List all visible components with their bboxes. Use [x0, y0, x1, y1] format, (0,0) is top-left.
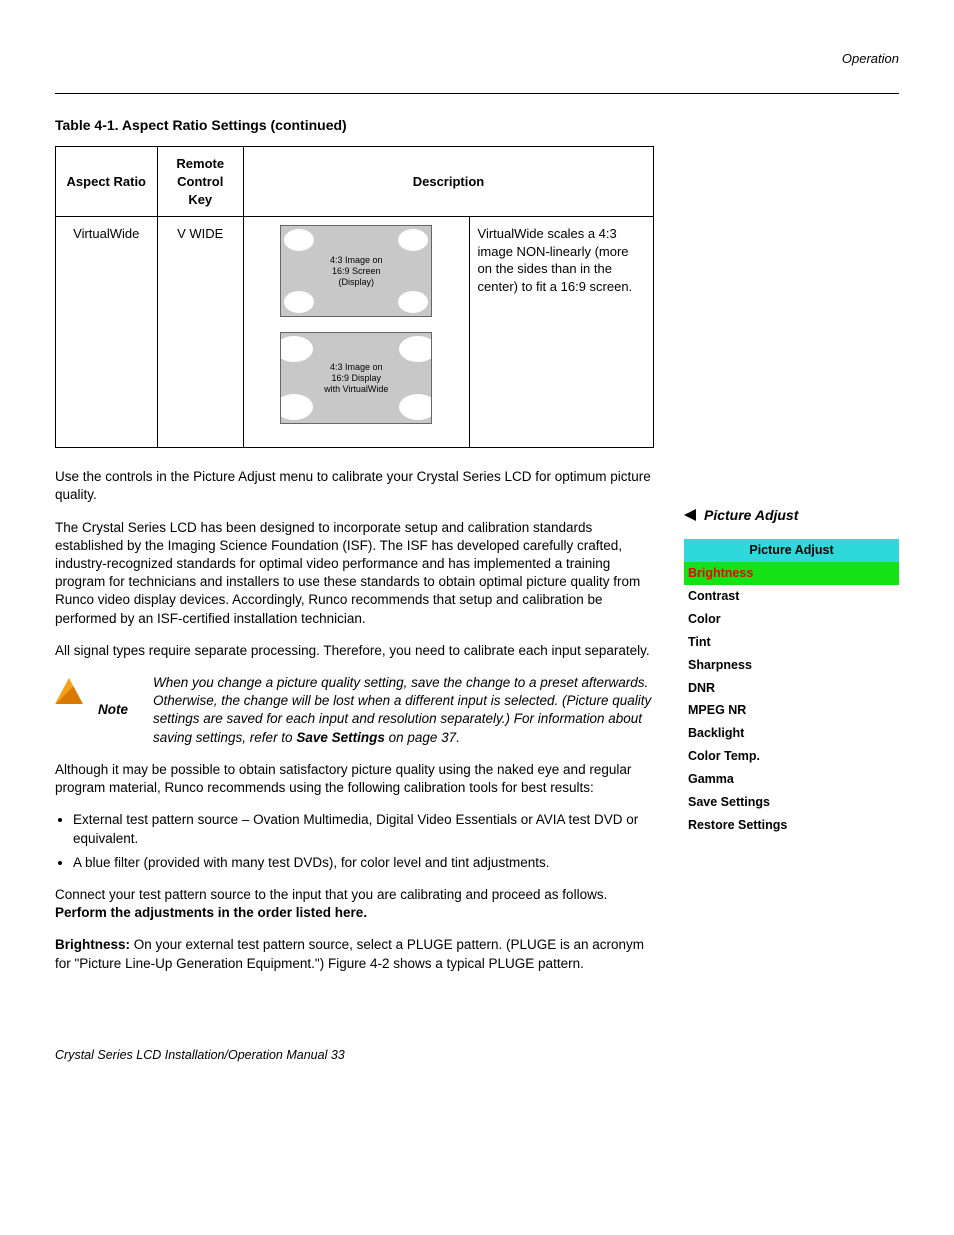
- menu-item-mpeg-nr[interactable]: MPEG NR: [684, 699, 899, 722]
- header-section: Operation: [55, 50, 899, 68]
- diagram1-caption: 4:3 Image on 16:9 Screen (Display): [319, 255, 394, 287]
- header-rule: [55, 93, 899, 94]
- th-key: Remote Control Key: [157, 147, 243, 217]
- menu-item-contrast[interactable]: Contrast: [684, 585, 899, 608]
- paragraph-isf: The Crystal Series LCD has been designed…: [55, 519, 654, 628]
- footer: Crystal Series LCD Installation/Operatio…: [55, 1047, 899, 1064]
- sidebar: Picture Adjust Picture Adjust Brightness…: [684, 146, 899, 986]
- menu-item-sharpness[interactable]: Sharpness: [684, 654, 899, 677]
- picture-adjust-menu: Picture Adjust BrightnessContrastColorTi…: [684, 539, 899, 836]
- diagram2-caption: 4:3 Image on 16:9 Display with VirtualWi…: [324, 362, 388, 394]
- menu-item-backlight[interactable]: Backlight: [684, 722, 899, 745]
- tools-list: External test pattern source – Ovation M…: [55, 811, 654, 872]
- paragraph-brightness: Brightness: On your external test patter…: [55, 936, 654, 972]
- th-aspect: Aspect Ratio: [56, 147, 158, 217]
- diagram-43-on-169: 4:3 Image on 16:9 Screen (Display): [280, 225, 432, 317]
- diagram-virtualwide: 4:3 Image on 16:9 Display with VirtualWi…: [280, 332, 432, 424]
- menu-item-gamma[interactable]: Gamma: [684, 768, 899, 791]
- menu-item-save-settings[interactable]: Save Settings: [684, 791, 899, 814]
- note-icon: [55, 678, 83, 704]
- menu-item-color[interactable]: Color: [684, 608, 899, 631]
- menu-item-brightness[interactable]: Brightness: [684, 562, 899, 585]
- cell-description: VirtualWide scales a 4:3 image NON-linea…: [469, 217, 653, 448]
- cell-aspect: VirtualWide: [56, 217, 158, 448]
- paragraph-intro: Use the controls in the Picture Adjust m…: [55, 468, 654, 504]
- paragraph-tools: Although it may be possible to obtain sa…: [55, 761, 654, 797]
- note-block: Note When you change a picture quality s…: [55, 674, 654, 747]
- cell-key: V WIDE: [157, 217, 243, 448]
- note-label: Note: [98, 701, 128, 719]
- menu-title: Picture Adjust: [684, 539, 899, 562]
- page-number: 33: [331, 1048, 345, 1062]
- menu-item-dnr[interactable]: DNR: [684, 677, 899, 700]
- paragraph-signals: All signal types require separate proces…: [55, 642, 654, 660]
- list-item: External test pattern source – Ovation M…: [73, 811, 654, 847]
- aspect-ratio-table: Aspect Ratio Remote Control Key Descript…: [55, 146, 654, 448]
- footer-title: Crystal Series LCD Installation/Operatio…: [55, 1048, 327, 1062]
- main-content: Aspect Ratio Remote Control Key Descript…: [55, 146, 654, 986]
- sidebar-heading: Picture Adjust: [684, 506, 899, 525]
- note-text: When you change a picture quality settin…: [153, 674, 654, 747]
- menu-item-restore-settings[interactable]: Restore Settings: [684, 814, 899, 837]
- table-title: Table 4-1. Aspect Ratio Settings (contin…: [55, 116, 899, 135]
- menu-item-tint[interactable]: Tint: [684, 631, 899, 654]
- paragraph-connect: Connect your test pattern source to the …: [55, 886, 654, 922]
- menu-item-color-temp-[interactable]: Color Temp.: [684, 745, 899, 768]
- list-item: A blue filter (provided with many test D…: [73, 854, 654, 872]
- cell-diagrams: 4:3 Image on 16:9 Screen (Display) 4:3 I…: [243, 217, 469, 448]
- th-desc: Description: [243, 147, 653, 217]
